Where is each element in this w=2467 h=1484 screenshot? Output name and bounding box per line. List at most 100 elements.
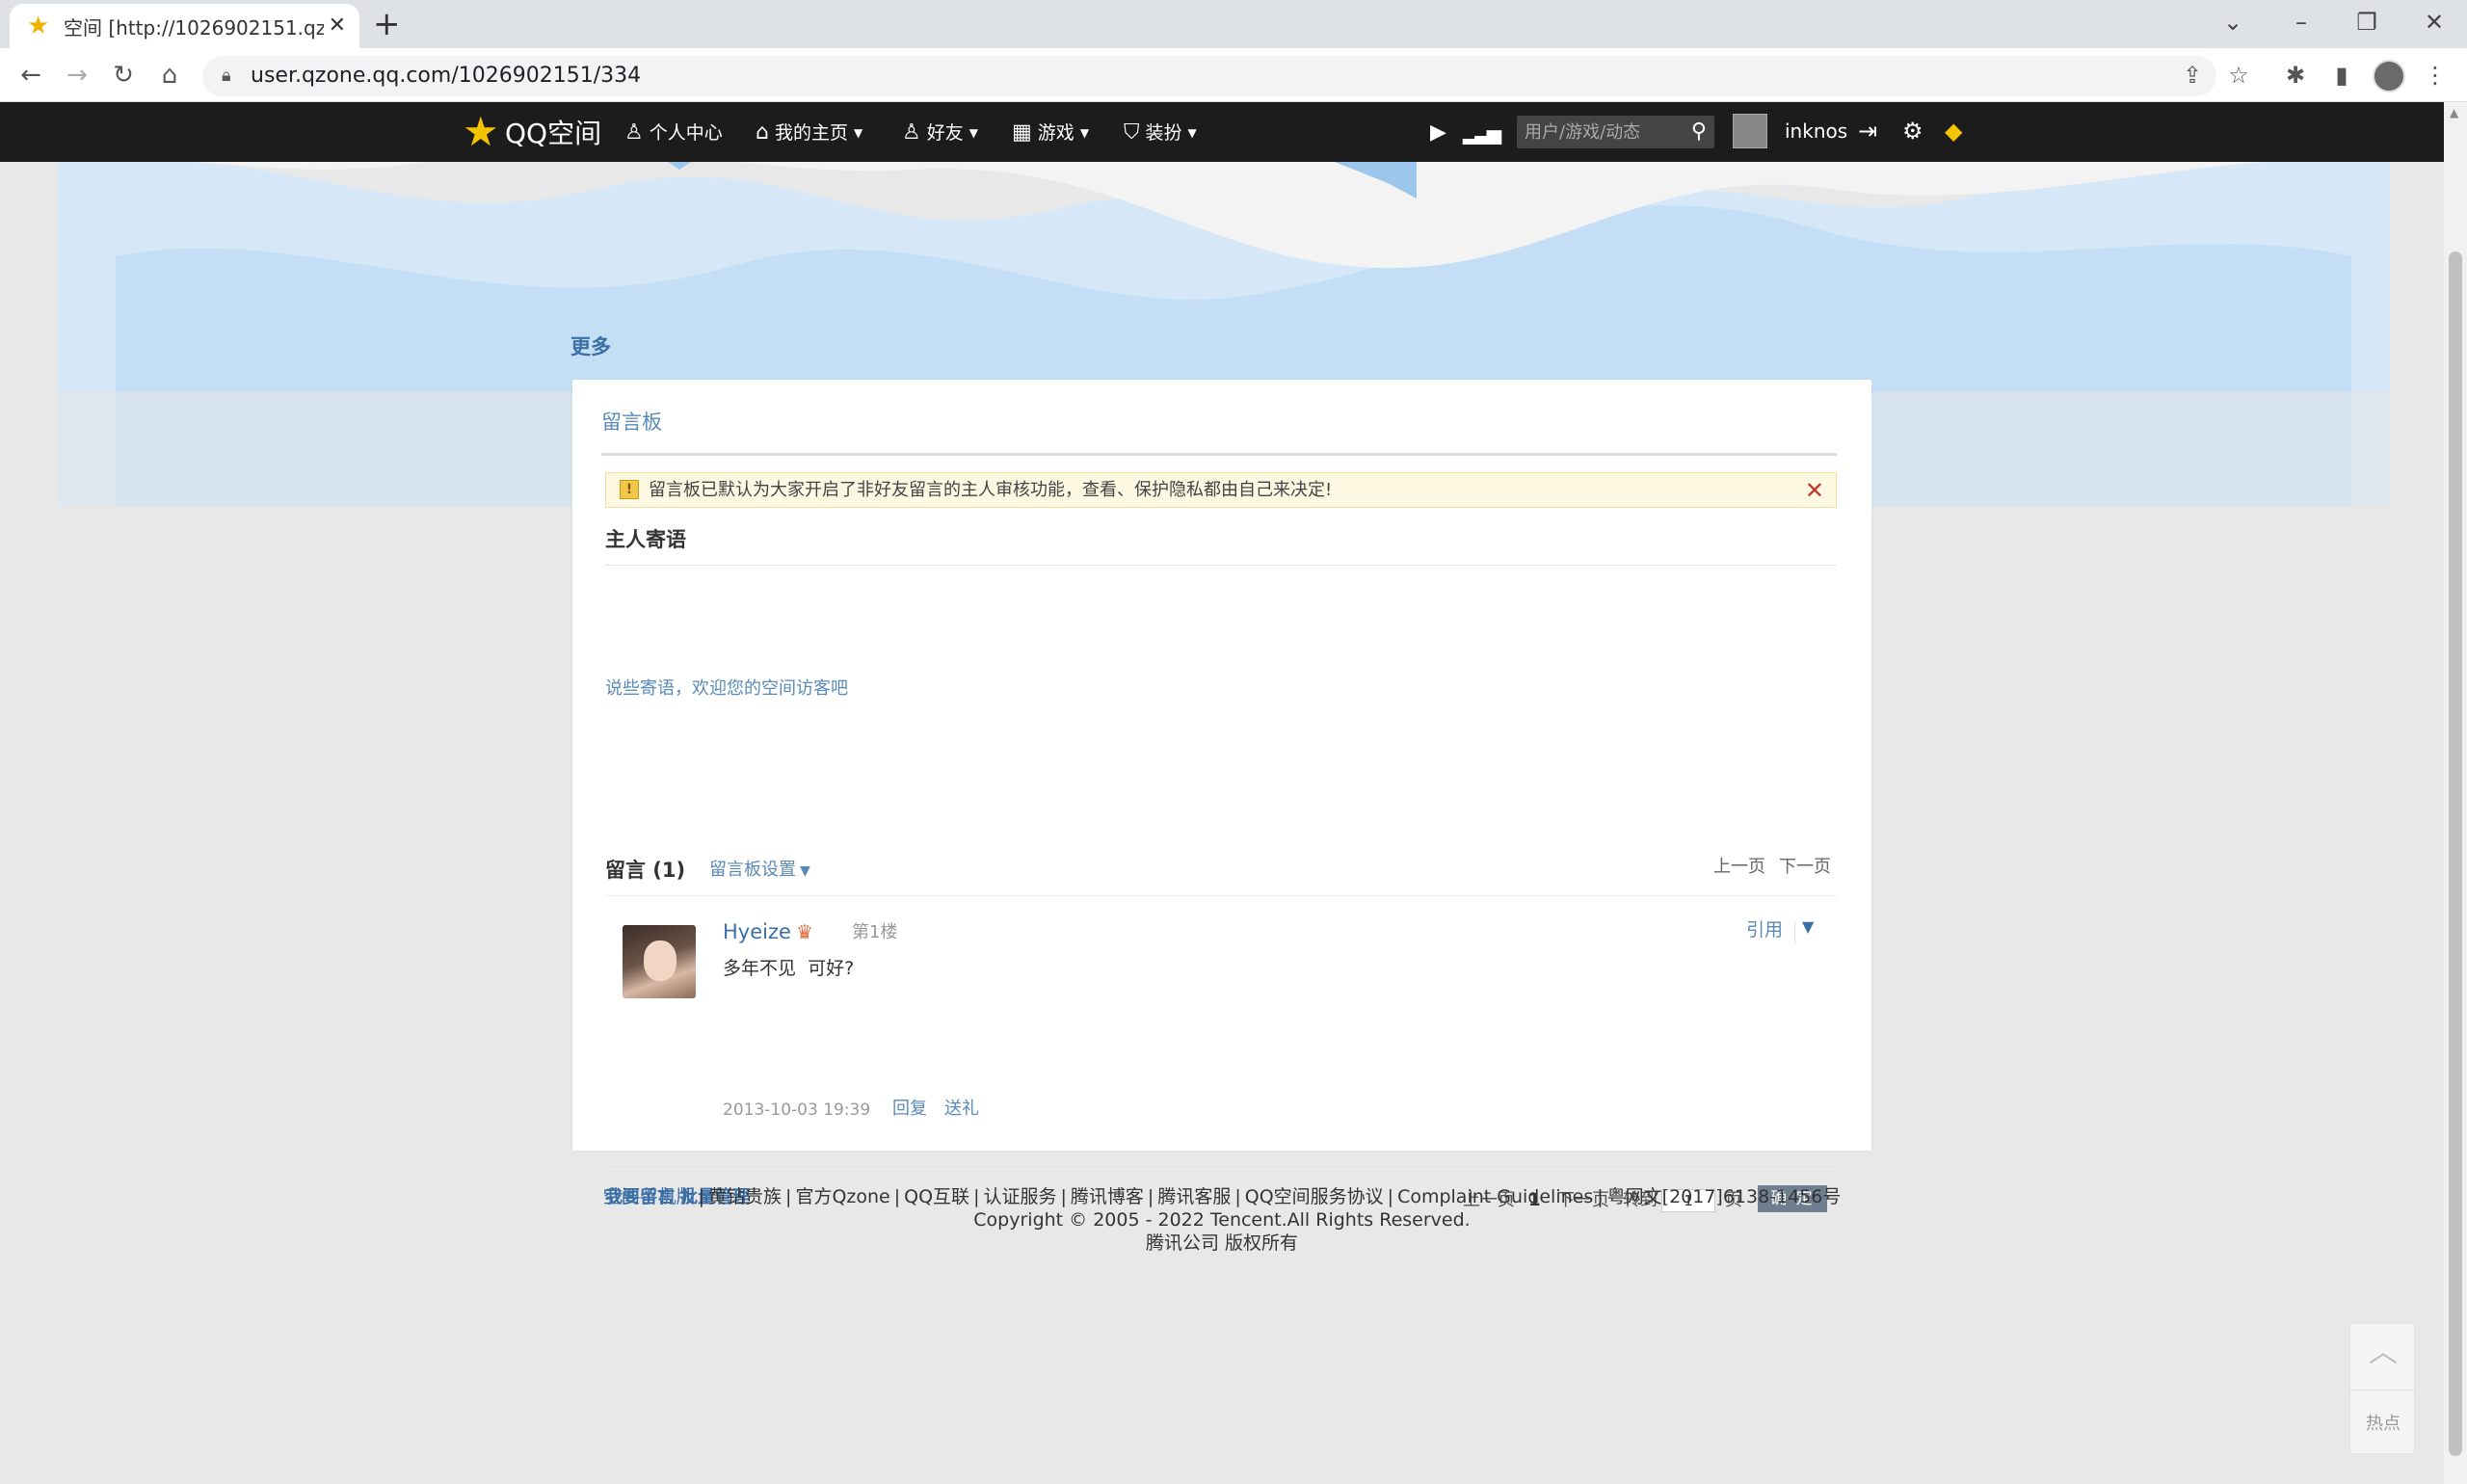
home-icon: ⌂ <box>756 120 769 145</box>
minimize-button[interactable]: – <box>2282 6 2321 39</box>
footer-link[interactable]: 粤网文[2017]6138-1456号 <box>1607 1186 1842 1207</box>
messages-heading: 留言 (1) <box>605 859 686 882</box>
board-title: 留言板 <box>601 411 662 434</box>
caret-down-icon: ▼ <box>853 126 863 140</box>
separator: | <box>698 1186 705 1207</box>
side-panel-icon[interactable]: ▮ <box>2325 60 2358 91</box>
username[interactable]: inknos <box>1785 118 1847 145</box>
footer-link[interactable]: Complaint Guidelines <box>1397 1186 1593 1207</box>
home-icon[interactable]: ⌂ <box>152 58 187 93</box>
nav-item-games[interactable]: ▦ 游戏 ▼ <box>1012 119 1089 146</box>
tab-title: 空间 [http://1026902151.qzone <box>64 16 324 40</box>
separator: | <box>1597 1186 1604 1207</box>
address-bar[interactable]: 🔒︎ user.qzone.qq.com/1026902151/334 <box>202 56 2216 96</box>
new-tab-button[interactable]: + <box>373 6 401 42</box>
tab-search-icon[interactable]: ⌄ <box>2214 6 2252 39</box>
logout-icon[interactable]: ⇥ <box>1858 118 1877 145</box>
separator: | <box>973 1186 980 1207</box>
caret-down-icon: ▼ <box>968 126 978 140</box>
board-settings-link[interactable]: 留言板设置 ▼ <box>709 858 810 884</box>
company-text: 腾讯公司 版权所有 <box>1145 1232 1299 1254</box>
caret-down-icon: ▼ <box>1079 126 1090 140</box>
commenter-name[interactable]: Hyeize <box>723 918 791 945</box>
footer-link[interactable]: QQ互联 <box>904 1186 969 1207</box>
more-link[interactable]: 更多 <box>570 333 611 360</box>
message-timestamp: 2013-10-03 19:39 <box>723 1100 871 1120</box>
back-to-top-icon[interactable]: ︿ <box>2350 1334 2416 1372</box>
reply-link[interactable]: 回复 <box>892 1098 927 1121</box>
vip-badge-icon[interactable]: ♛ <box>796 919 835 944</box>
share-icon[interactable]: ⇪ <box>2176 60 2209 91</box>
side-float-panel: ︿ 热点 <box>2349 1323 2416 1454</box>
gear-icon[interactable]: ⚙ <box>1902 118 1923 145</box>
nav-label: 游戏 <box>1037 122 1074 144</box>
footer-link[interactable]: 腾讯客服 <box>1157 1186 1231 1207</box>
copyright-text: Copyright © 2005 - 2022 Tencent.All Righ… <box>973 1209 1471 1231</box>
footer-link[interactable]: 官方Qzone <box>795 1186 889 1207</box>
search-icon[interactable]: ⚲ <box>1691 119 1707 146</box>
menu-icon[interactable]: ⋮ <box>2419 60 2452 91</box>
play-icon[interactable]: ▶ <box>1430 119 1446 146</box>
grid-icon: ▦ <box>1012 120 1032 145</box>
signal-bars-icon[interactable]: ▂▃▅ <box>1463 119 1501 146</box>
footer-link[interactable]: QQ空间服务协议 <box>1245 1186 1384 1207</box>
footer-link[interactable]: 黄钻贵族 <box>708 1186 782 1207</box>
footer-link[interactable]: 腾讯博客 <box>1071 1186 1144 1207</box>
reload-icon[interactable]: ↻ <box>106 58 141 93</box>
nav-item-my-home[interactable]: ⌂ 我的主页 ▼ <box>756 119 862 146</box>
prev-page-link[interactable]: 上一页 <box>1713 855 1765 880</box>
nav-item-personal-center[interactable]: ♙ 个人中心 <box>624 119 723 146</box>
qzone-search-box: ⚲ <box>1517 116 1714 148</box>
star-outline-icon[interactable]: ☆ <box>2222 60 2255 91</box>
browser-toolbar: ← → ↻ ⌂ 🔒︎ user.qzone.qq.com/1026902151/… <box>0 48 2467 102</box>
host-message-text[interactable]: 说些寄语，欢迎您的空间访客吧 <box>605 676 848 702</box>
scroll-up-icon[interactable]: ▲ <box>2450 106 2458 119</box>
footer-links: 空间手机版 | 黄钻贵族 | 官方Qzone | QQ互联 | 认证服务 | 腾讯博客 | 腾讯客服 | Q… <box>0 1185 2444 1208</box>
star-icon: ★ <box>27 12 50 40</box>
next-page-link[interactable]: 下一页 <box>1779 855 1831 880</box>
close-window-button[interactable]: ✕ <box>2415 6 2454 39</box>
footer-link[interactable]: 认证服务 <box>983 1186 1056 1207</box>
shirt-icon: ⛉ <box>1124 120 1140 145</box>
avatar-face <box>644 941 676 981</box>
profile-avatar[interactable] <box>2373 60 2405 93</box>
commenter-avatar[interactable] <box>623 925 696 998</box>
separator: | <box>1387 1186 1394 1207</box>
separator <box>1794 922 1795 943</box>
caret-down-icon: ▼ <box>800 863 810 879</box>
close-tab-icon[interactable]: ✕ <box>329 13 346 39</box>
quote-link[interactable]: 引用 <box>1746 917 1783 942</box>
nav-item-dress-up[interactable]: ⛉ 装扮 ▼ <box>1124 119 1197 146</box>
puzzle-icon[interactable]: ✱ <box>2279 60 2312 91</box>
diamond-icon[interactable]: ◆ <box>1945 118 1962 145</box>
browser-tab[interactable]: ★ 空间 [http://1026902151.qzone ✕ <box>10 4 359 48</box>
person-icon: ♙ <box>624 120 644 145</box>
separator: | <box>893 1186 901 1207</box>
footer-link[interactable]: 空间手机版 <box>603 1186 695 1207</box>
qzone-top-nav: ★ QQ空间 ♙ 个人中心 ⌂ 我的主页 ▼ ♙ 好友 ▼ ▦ 游戏 ▼ ⛉ 装扮 ▼ ▶ ▂▃▅… <box>0 102 2444 162</box>
forward-arrow-icon[interactable]: → <box>60 58 94 93</box>
nav-item-friends[interactable]: ♙ 好友 ▼ <box>902 119 978 146</box>
url-text[interactable]: user.qzone.qq.com/1026902151/334 <box>251 64 641 89</box>
nav-label: 个人中心 <box>649 122 723 144</box>
host-message-title: 主人寄语 <box>605 528 686 551</box>
back-arrow-icon[interactable]: ← <box>13 58 48 93</box>
nav-label: 装扮 <box>1145 122 1182 144</box>
message-board-panel: 留言板 ! 留言板已默认为大家开启了非好友留言的主人审核功能，查看、保护隐私都由… <box>572 380 1871 1212</box>
send-gift-link[interactable]: 送礼 <box>944 1098 979 1121</box>
nav-label: 好友 <box>926 122 964 144</box>
separator: | <box>1234 1186 1241 1207</box>
warning-icon: ! <box>620 480 639 499</box>
board-settings-label: 留言板设置 <box>709 860 796 880</box>
caret-down-icon[interactable]: ▼ <box>1802 915 1814 939</box>
hot-topics-link[interactable]: 热点 <box>2350 1413 2416 1436</box>
close-icon[interactable]: ✕ <box>1805 476 1824 505</box>
restore-button[interactable]: ❐ <box>2348 6 2386 39</box>
divider <box>605 895 1837 896</box>
divider <box>605 1166 1837 1167</box>
scroll-thumb[interactable] <box>2449 252 2462 1456</box>
notice-bar: ! 留言板已默认为大家开启了非好友留言的主人审核功能，查看、保护隐私都由自己来决… <box>605 472 1837 508</box>
user-avatar[interactable] <box>1733 114 1767 148</box>
page-scrollbar[interactable]: ▲ <box>2444 102 2467 1484</box>
qzone-search-input[interactable] <box>1525 119 1679 145</box>
